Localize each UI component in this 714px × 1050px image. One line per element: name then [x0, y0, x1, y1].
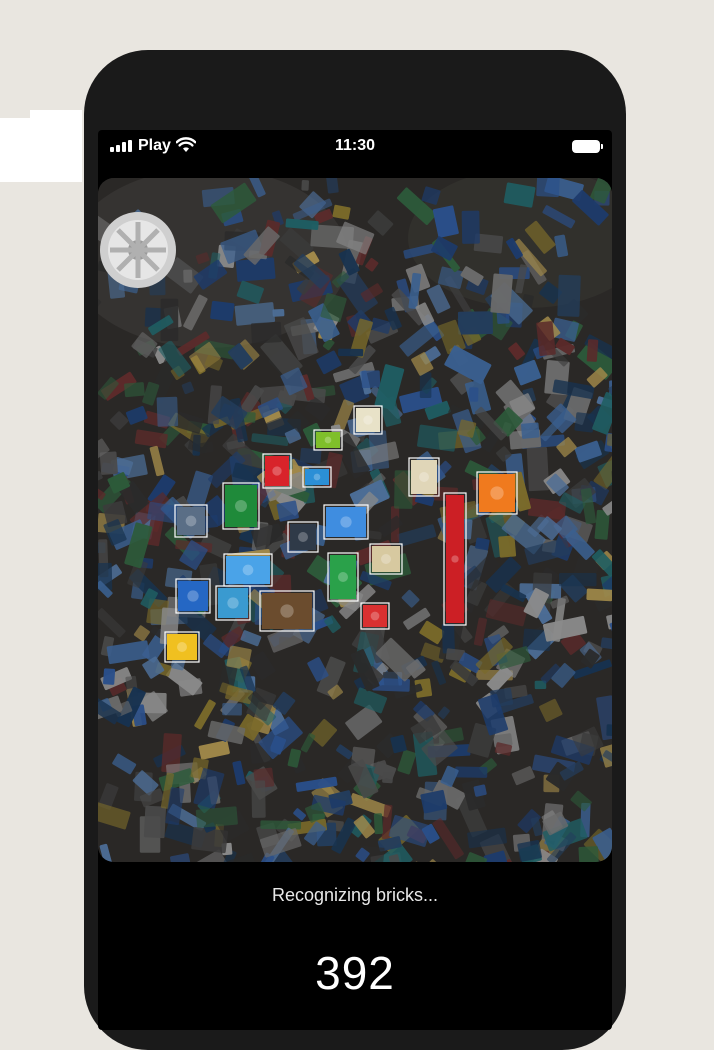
- detection-box: [288, 522, 318, 552]
- detection-box: [175, 505, 207, 537]
- status-bar: Play 11:30: [98, 130, 612, 162]
- brick-count: 392: [98, 946, 612, 1000]
- detection-box: [354, 406, 382, 434]
- detection-box: [303, 467, 331, 487]
- detection-box: [176, 579, 210, 613]
- detection-box: [223, 483, 259, 529]
- detection-box: [324, 505, 368, 539]
- background-card: [0, 110, 82, 182]
- bricks-photo: [98, 178, 612, 862]
- detection-box: [444, 493, 466, 625]
- detection-box: [370, 544, 402, 574]
- battery-icon: [572, 140, 600, 153]
- detection-box: [260, 591, 314, 631]
- camera-preview: [98, 178, 612, 862]
- detection-box: [361, 603, 389, 629]
- detection-box: [216, 586, 250, 620]
- detection-box: [409, 458, 439, 496]
- detection-box: [314, 430, 342, 450]
- detection-box: [263, 454, 291, 488]
- background-card-notch: [0, 110, 30, 118]
- recognition-status: Recognizing bricks...: [98, 885, 612, 906]
- clock-time: 11:30: [98, 137, 612, 155]
- detection-box: [224, 554, 272, 586]
- detection-box: [328, 553, 358, 601]
- detection-box: [165, 632, 199, 662]
- wheel-icon: [100, 212, 176, 288]
- detection-box: [477, 472, 517, 514]
